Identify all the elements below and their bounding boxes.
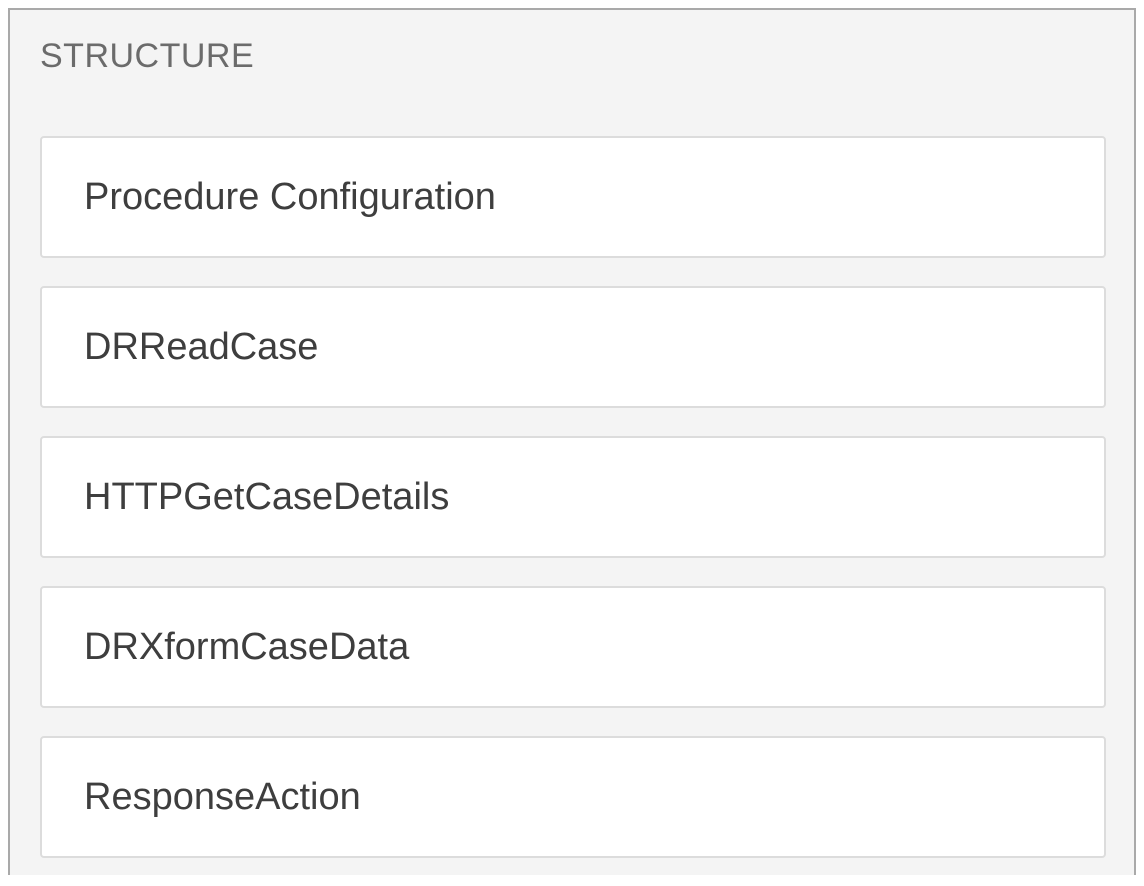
structure-item-responseaction[interactable]: ResponseAction xyxy=(40,736,1106,858)
structure-item-drxformcasedata[interactable]: DRXformCaseData xyxy=(40,586,1106,708)
structure-panel: STRUCTURE Procedure Configuration DRRead… xyxy=(8,8,1136,875)
structure-item-drreadcase[interactable]: DRReadCase xyxy=(40,286,1106,408)
structure-item-httpgetcasedetails[interactable]: HTTPGetCaseDetails xyxy=(40,436,1106,558)
structure-list: Procedure Configuration DRReadCase HTTPG… xyxy=(40,136,1106,886)
structure-item-label: ResponseAction xyxy=(84,775,361,818)
structure-item-procedure-configuration[interactable]: Procedure Configuration xyxy=(40,136,1106,258)
structure-item-label: DRReadCase xyxy=(84,325,319,368)
structure-item-label: DRXformCaseData xyxy=(84,625,410,668)
structure-item-label: HTTPGetCaseDetails xyxy=(84,475,450,518)
panel-title: STRUCTURE xyxy=(40,37,255,75)
structure-item-label: Procedure Configuration xyxy=(84,175,496,218)
